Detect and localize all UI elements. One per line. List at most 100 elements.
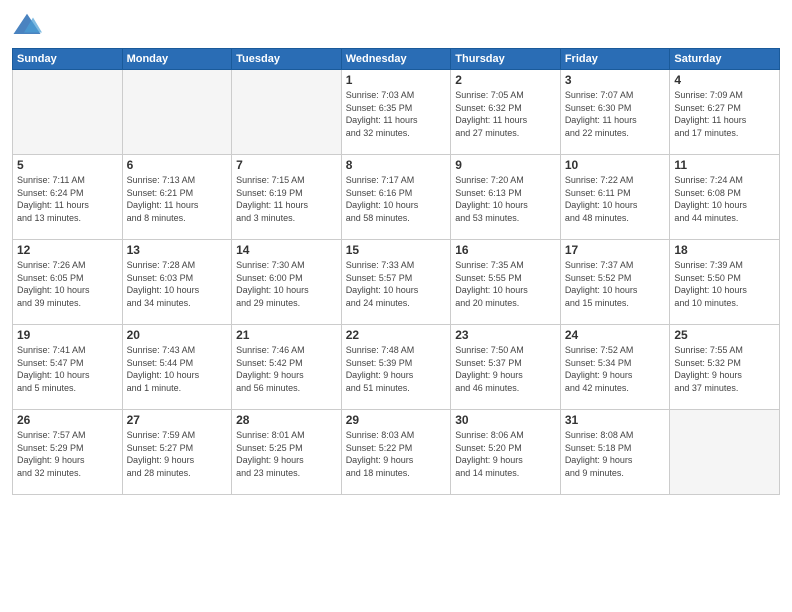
day-info: Sunrise: 7:43 AM Sunset: 5:44 PM Dayligh…: [127, 344, 228, 394]
day-cell: 24 Sunrise: 7:52 AM Sunset: 5:34 PM Dayli…: [560, 325, 670, 410]
day-number: 19: [17, 328, 118, 342]
week-row-3: 12 Sunrise: 7:26 AM Sunset: 6:05 PM Dayli…: [13, 240, 780, 325]
day-info: Sunrise: 7:05 AM Sunset: 6:32 PM Dayligh…: [455, 89, 556, 139]
day-info: Sunrise: 7:57 AM Sunset: 5:29 PM Dayligh…: [17, 429, 118, 479]
day-info: Sunrise: 7:28 AM Sunset: 6:03 PM Dayligh…: [127, 259, 228, 309]
week-row-5: 26 Sunrise: 7:57 AM Sunset: 5:29 PM Dayli…: [13, 410, 780, 495]
day-info: Sunrise: 7:13 AM Sunset: 6:21 PM Dayligh…: [127, 174, 228, 224]
header-wednesday: Wednesday: [341, 49, 451, 70]
day-info: Sunrise: 7:35 AM Sunset: 5:55 PM Dayligh…: [455, 259, 556, 309]
week-row-1: 1Sunrise: 7:03 AM Sunset: 6:35 PM Daylig…: [13, 70, 780, 155]
day-cell: 3 Sunrise: 7:07 AM Sunset: 6:30 PM Daylig…: [560, 70, 670, 155]
day-number: 20: [127, 328, 228, 342]
day-cell: 10 Sunrise: 7:22 AM Sunset: 6:11 PM Dayli…: [560, 155, 670, 240]
day-number: 2: [455, 73, 556, 87]
week-row-4: 19Sunrise: 7:41 AM Sunset: 5:47 PM Dayli…: [13, 325, 780, 410]
day-cell: [122, 70, 232, 155]
day-cell: 11 Sunrise: 7:24 AM Sunset: 6:08 PM Dayli…: [670, 155, 780, 240]
day-number: 7: [236, 158, 337, 172]
day-number: 16: [455, 243, 556, 257]
day-cell: 29 Sunrise: 8:03 AM Sunset: 5:22 PM Dayli…: [341, 410, 451, 495]
day-cell: 27 Sunrise: 7:59 AM Sunset: 5:27 PM Dayli…: [122, 410, 232, 495]
day-info: Sunrise: 7:22 AM Sunset: 6:11 PM Dayligh…: [565, 174, 666, 224]
day-number: 4: [674, 73, 775, 87]
calendar-header-row: SundayMondayTuesdayWednesdayThursdayFrid…: [13, 49, 780, 70]
day-number: 27: [127, 413, 228, 427]
day-number: 12: [17, 243, 118, 257]
week-row-2: 5Sunrise: 7:11 AM Sunset: 6:24 PM Daylig…: [13, 155, 780, 240]
day-info: Sunrise: 7:39 AM Sunset: 5:50 PM Dayligh…: [674, 259, 775, 309]
header-saturday: Saturday: [670, 49, 780, 70]
header-tuesday: Tuesday: [232, 49, 342, 70]
day-cell: 14 Sunrise: 7:30 AM Sunset: 6:00 PM Dayli…: [232, 240, 342, 325]
header-friday: Friday: [560, 49, 670, 70]
day-info: Sunrise: 7:17 AM Sunset: 6:16 PM Dayligh…: [346, 174, 447, 224]
day-number: 30: [455, 413, 556, 427]
day-cell: 20 Sunrise: 7:43 AM Sunset: 5:44 PM Dayli…: [122, 325, 232, 410]
day-cell: [232, 70, 342, 155]
day-number: 5: [17, 158, 118, 172]
day-info: Sunrise: 7:15 AM Sunset: 6:19 PM Dayligh…: [236, 174, 337, 224]
day-cell: 4 Sunrise: 7:09 AM Sunset: 6:27 PM Daylig…: [670, 70, 780, 155]
day-number: 17: [565, 243, 666, 257]
logo-icon: [12, 10, 42, 40]
calendar-page: SundayMondayTuesdayWednesdayThursdayFrid…: [0, 0, 792, 612]
day-number: 1: [346, 73, 447, 87]
day-number: 24: [565, 328, 666, 342]
day-info: Sunrise: 7:24 AM Sunset: 6:08 PM Dayligh…: [674, 174, 775, 224]
day-number: 26: [17, 413, 118, 427]
day-info: Sunrise: 8:06 AM Sunset: 5:20 PM Dayligh…: [455, 429, 556, 479]
day-cell: 18 Sunrise: 7:39 AM Sunset: 5:50 PM Dayli…: [670, 240, 780, 325]
day-cell: 1Sunrise: 7:03 AM Sunset: 6:35 PM Daylig…: [341, 70, 451, 155]
day-info: Sunrise: 7:50 AM Sunset: 5:37 PM Dayligh…: [455, 344, 556, 394]
day-info: Sunrise: 7:20 AM Sunset: 6:13 PM Dayligh…: [455, 174, 556, 224]
day-number: 29: [346, 413, 447, 427]
day-cell: 21Sunrise: 7:46 AM Sunset: 5:42 PM Dayli…: [232, 325, 342, 410]
header-thursday: Thursday: [451, 49, 561, 70]
day-cell: 30 Sunrise: 8:06 AM Sunset: 5:20 PM Dayli…: [451, 410, 561, 495]
day-info: Sunrise: 7:46 AM Sunset: 5:42 PM Dayligh…: [236, 344, 337, 394]
day-number: 9: [455, 158, 556, 172]
day-number: 25: [674, 328, 775, 342]
day-cell: 19Sunrise: 7:41 AM Sunset: 5:47 PM Dayli…: [13, 325, 123, 410]
day-cell: [13, 70, 123, 155]
day-info: Sunrise: 7:37 AM Sunset: 5:52 PM Dayligh…: [565, 259, 666, 309]
calendar-table: SundayMondayTuesdayWednesdayThursdayFrid…: [12, 48, 780, 495]
day-number: 3: [565, 73, 666, 87]
day-number: 14: [236, 243, 337, 257]
header-monday: Monday: [122, 49, 232, 70]
header-sunday: Sunday: [13, 49, 123, 70]
day-info: Sunrise: 7:26 AM Sunset: 6:05 PM Dayligh…: [17, 259, 118, 309]
day-cell: 6 Sunrise: 7:13 AM Sunset: 6:21 PM Daylig…: [122, 155, 232, 240]
day-info: Sunrise: 7:30 AM Sunset: 6:00 PM Dayligh…: [236, 259, 337, 309]
day-number: 11: [674, 158, 775, 172]
day-cell: 8 Sunrise: 7:17 AM Sunset: 6:16 PM Daylig…: [341, 155, 451, 240]
day-info: Sunrise: 7:48 AM Sunset: 5:39 PM Dayligh…: [346, 344, 447, 394]
day-cell: 26 Sunrise: 7:57 AM Sunset: 5:29 PM Dayli…: [13, 410, 123, 495]
day-number: 8: [346, 158, 447, 172]
day-cell: 13 Sunrise: 7:28 AM Sunset: 6:03 PM Dayli…: [122, 240, 232, 325]
day-cell: 2 Sunrise: 7:05 AM Sunset: 6:32 PM Daylig…: [451, 70, 561, 155]
day-number: 23: [455, 328, 556, 342]
day-info: Sunrise: 7:07 AM Sunset: 6:30 PM Dayligh…: [565, 89, 666, 139]
day-cell: 17 Sunrise: 7:37 AM Sunset: 5:52 PM Dayli…: [560, 240, 670, 325]
day-info: Sunrise: 7:59 AM Sunset: 5:27 PM Dayligh…: [127, 429, 228, 479]
day-info: Sunrise: 7:09 AM Sunset: 6:27 PM Dayligh…: [674, 89, 775, 139]
day-info: Sunrise: 8:03 AM Sunset: 5:22 PM Dayligh…: [346, 429, 447, 479]
day-cell: [670, 410, 780, 495]
day-cell: 12 Sunrise: 7:26 AM Sunset: 6:05 PM Dayli…: [13, 240, 123, 325]
day-number: 15: [346, 243, 447, 257]
day-number: 28: [236, 413, 337, 427]
day-cell: 22 Sunrise: 7:48 AM Sunset: 5:39 PM Dayli…: [341, 325, 451, 410]
day-number: 31: [565, 413, 666, 427]
day-cell: 31Sunrise: 8:08 AM Sunset: 5:18 PM Dayli…: [560, 410, 670, 495]
day-cell: 7 Sunrise: 7:15 AM Sunset: 6:19 PM Daylig…: [232, 155, 342, 240]
day-number: 18: [674, 243, 775, 257]
day-number: 22: [346, 328, 447, 342]
day-cell: 25 Sunrise: 7:55 AM Sunset: 5:32 PM Dayli…: [670, 325, 780, 410]
day-number: 6: [127, 158, 228, 172]
day-number: 13: [127, 243, 228, 257]
day-info: Sunrise: 7:52 AM Sunset: 5:34 PM Dayligh…: [565, 344, 666, 394]
day-number: 10: [565, 158, 666, 172]
day-info: Sunrise: 7:55 AM Sunset: 5:32 PM Dayligh…: [674, 344, 775, 394]
